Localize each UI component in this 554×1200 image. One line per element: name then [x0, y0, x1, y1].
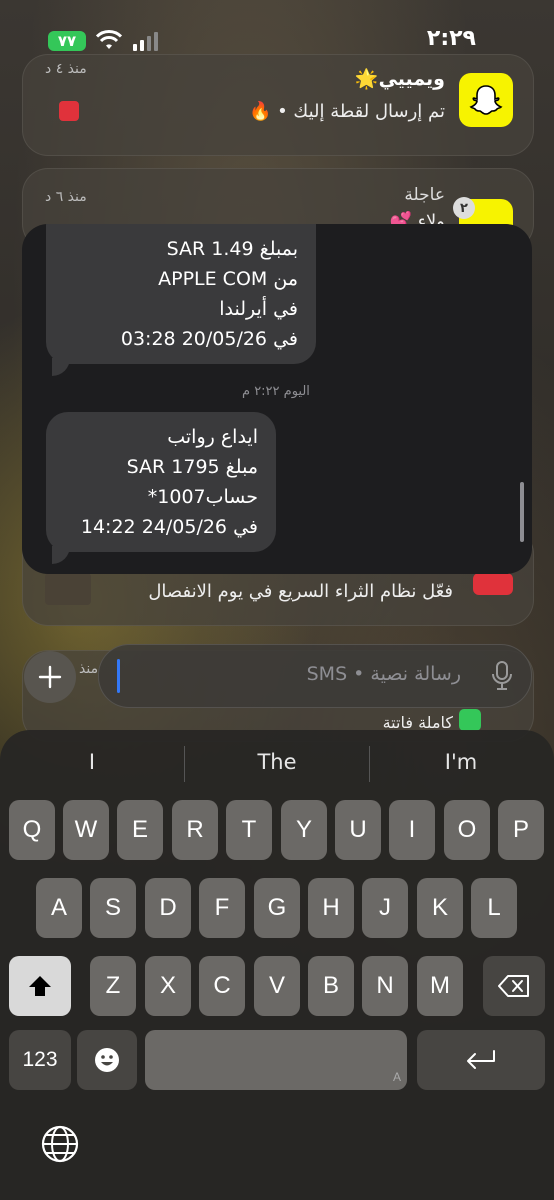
key-z[interactable]: Z — [90, 956, 136, 1016]
message-line: ايداع رواتب — [167, 426, 258, 448]
key-c[interactable]: C — [199, 956, 245, 1016]
message-timestamp: اليوم ٢:٢٢ م — [242, 384, 310, 399]
notification-time: منذ ٤ د — [45, 61, 87, 77]
return-key[interactable] — [417, 1030, 545, 1090]
app-icon — [473, 573, 513, 595]
snap-indicator-icon — [59, 101, 79, 121]
notification-title: ويمييي🌟 — [354, 68, 445, 90]
space-hint: A — [392, 1070, 401, 1084]
suggestion-divider — [369, 746, 370, 782]
notification-time: منذ — [79, 661, 99, 677]
key-r[interactable]: R — [172, 800, 218, 860]
phone-app-icon — [459, 709, 481, 731]
key-v[interactable]: V — [254, 956, 300, 1016]
suggestion-divider — [184, 746, 185, 782]
signal-icon — [133, 32, 158, 51]
key-b[interactable]: B — [308, 956, 354, 1016]
key-k[interactable]: K — [417, 878, 463, 938]
emoji-icon — [95, 1048, 119, 1072]
key-e[interactable]: E — [117, 800, 163, 860]
suggestion-1[interactable]: I — [32, 750, 152, 774]
shift-key[interactable] — [9, 956, 71, 1016]
message-line: في 24/05/26 14:22 — [80, 516, 258, 538]
delete-key[interactable] — [483, 956, 545, 1016]
add-attachment-button[interactable] — [24, 651, 76, 703]
notification-snapchat-1[interactable]: منذ ٤ د ويمييي🌟 تم إرسال لقطة إليك • 🔥 — [22, 54, 534, 156]
return-icon — [467, 1050, 495, 1069]
notification-count-badge: ٢ — [453, 197, 475, 219]
message-line: في 20/05/26 03:28 — [120, 328, 298, 350]
backspace-icon — [498, 975, 529, 997]
key-a[interactable]: A — [36, 878, 82, 938]
message-bubble[interactable]: ايداع رواتب مبلغ SAR 1795 حساب1007* في 2… — [46, 412, 276, 552]
globe-icon[interactable] — [40, 1124, 80, 1164]
key-l[interactable]: L — [471, 878, 517, 938]
emoji-key[interactable] — [77, 1030, 137, 1090]
notification-title: عاجلة — [404, 185, 445, 205]
wifi-icon — [96, 30, 122, 49]
status-bar: ٧٧ ٢:٢٩ — [0, 0, 554, 60]
bubble-tail — [52, 358, 70, 376]
message-bubble[interactable]: بمبلغ SAR 1.49 من APPLE COM في أيرلندا ف… — [46, 224, 316, 364]
message-line: من APPLE COM — [158, 268, 298, 290]
message-line: حساب1007* — [147, 486, 258, 508]
keyboard[interactable]: I The I'm Q W E R T Y U I O P A S D F G … — [0, 730, 554, 1200]
plus-icon — [38, 665, 62, 689]
key-u[interactable]: U — [335, 800, 381, 860]
key-x[interactable]: X — [145, 956, 191, 1016]
status-time: ٢:٢٩ — [426, 26, 476, 51]
text-cursor — [117, 659, 120, 693]
message-input-placeholder: رسالة نصية • SMS — [306, 663, 461, 685]
key-q[interactable]: Q — [9, 800, 55, 860]
key-o[interactable]: O — [444, 800, 490, 860]
notification-body: تم إرسال لقطة إليك • 🔥 — [248, 101, 445, 122]
numbers-key[interactable]: 123 — [9, 1030, 71, 1090]
key-y[interactable]: Y — [281, 800, 327, 860]
message-thread[interactable]: بمبلغ SAR 1.49 من APPLE COM في أيرلندا ف… — [22, 224, 532, 574]
bubble-tail — [52, 546, 70, 564]
battery-level: ٧٧ — [57, 32, 77, 50]
scrollbar[interactable] — [520, 482, 524, 542]
shift-icon — [29, 976, 51, 996]
key-t[interactable]: T — [226, 800, 272, 860]
message-line: في أيرلندا — [219, 298, 298, 320]
notification-thumbnail — [45, 573, 91, 605]
suggestion-3[interactable]: I'm — [401, 750, 521, 774]
microphone-icon[interactable] — [491, 661, 513, 691]
key-w[interactable]: W — [63, 800, 109, 860]
key-i[interactable]: I — [389, 800, 435, 860]
message-input[interactable]: رسالة نصية • SMS — [98, 644, 532, 708]
battery-indicator: ٧٧ — [48, 31, 86, 51]
key-s[interactable]: S — [90, 878, 136, 938]
key-n[interactable]: N — [362, 956, 408, 1016]
key-f[interactable]: F — [199, 878, 245, 938]
space-key[interactable]: A — [145, 1030, 407, 1090]
suggestion-2[interactable]: The — [217, 750, 337, 774]
notification-body: فعّل نظام الثراء السريع في يوم الانفصال — [148, 581, 453, 602]
key-m[interactable]: M — [417, 956, 463, 1016]
key-g[interactable]: G — [254, 878, 300, 938]
key-d[interactable]: D — [145, 878, 191, 938]
key-j[interactable]: J — [362, 878, 408, 938]
key-h[interactable]: H — [308, 878, 354, 938]
message-line: بمبلغ SAR 1.49 — [166, 238, 298, 260]
notification-time: منذ ٦ د — [45, 189, 87, 205]
snapchat-icon — [459, 73, 513, 127]
message-line: مبلغ SAR 1795 — [126, 456, 258, 478]
key-p[interactable]: P — [498, 800, 544, 860]
